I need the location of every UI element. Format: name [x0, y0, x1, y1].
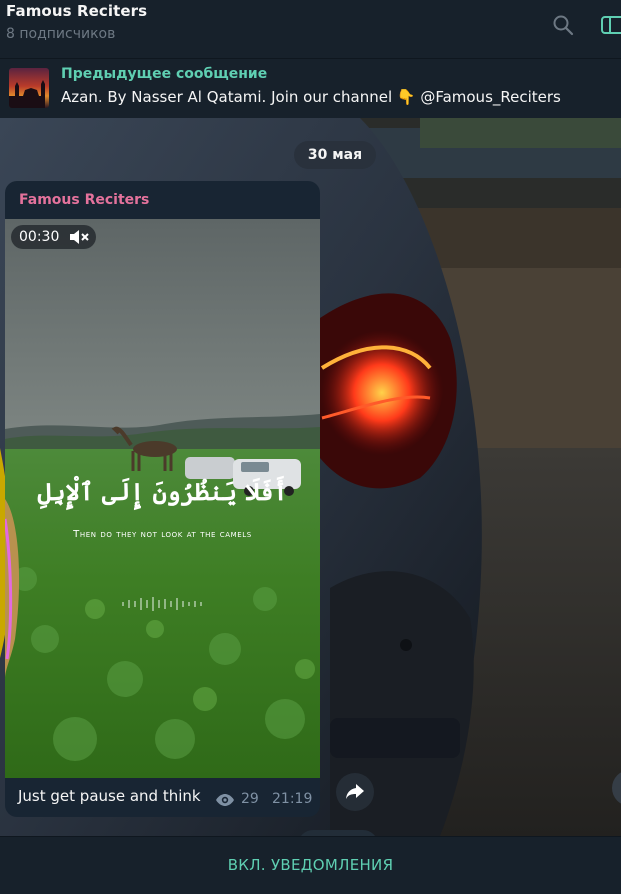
pinned-title: Предыдущее сообщение: [61, 66, 268, 82]
video-player[interactable]: 00:30 أَفَلَا يَنظُرُونَ إِلَى ٱلْإِبِلِ…: [5, 219, 320, 778]
pinned-text: Azan. By Nasser Al Qatami. Join our chan…: [61, 88, 561, 106]
enable-notifications-button[interactable]: ВКЛ. УВЕДОМЛЕНИЯ: [0, 837, 621, 894]
message-time: 21:19: [272, 791, 313, 807]
message-bubble[interactable]: Famous Reciters 00:30 أَفَلَا يَنظُرُونَ…: [5, 181, 320, 817]
message-author[interactable]: Famous Reciters: [19, 192, 149, 208]
chat-header[interactable]: Famous Reciters 8 подписчиков: [0, 0, 621, 58]
video-arabic-text: أَفَلَا يَنظُرُونَ إِلَى ٱلْإِبِلِ: [37, 477, 288, 506]
message-caption: Just get pause and think: [18, 787, 201, 805]
chat-area[interactable]: 30 мая Famous Reciters 00:30 أَفَلَا يَن…: [0, 118, 621, 836]
video-duration: 00:30: [19, 229, 60, 245]
bottom-bar: ВКЛ. УВЕДОМЛЕНИЯ: [0, 836, 621, 894]
forward-icon: [346, 784, 364, 799]
mute-icon[interactable]: [69, 229, 89, 245]
channel-title[interactable]: Famous Reciters: [6, 2, 621, 20]
eye-icon: [216, 794, 234, 806]
subscriber-count: 8 подписчиков: [6, 26, 116, 42]
date-separator: 30 мая: [294, 141, 376, 169]
view-count: 29: [241, 791, 259, 807]
search-icon[interactable]: [552, 14, 574, 36]
pinned-message-bar[interactable]: Предыдущее сообщение Azan. By Nasser Al …: [0, 58, 621, 119]
pinned-thumbnail: [9, 68, 49, 108]
video-duration-badge[interactable]: 00:30: [11, 225, 96, 249]
forward-button[interactable]: [336, 773, 374, 811]
video-english-caption: Then do they not look at the camels: [73, 529, 252, 540]
side-panel-icon[interactable]: [600, 14, 621, 36]
